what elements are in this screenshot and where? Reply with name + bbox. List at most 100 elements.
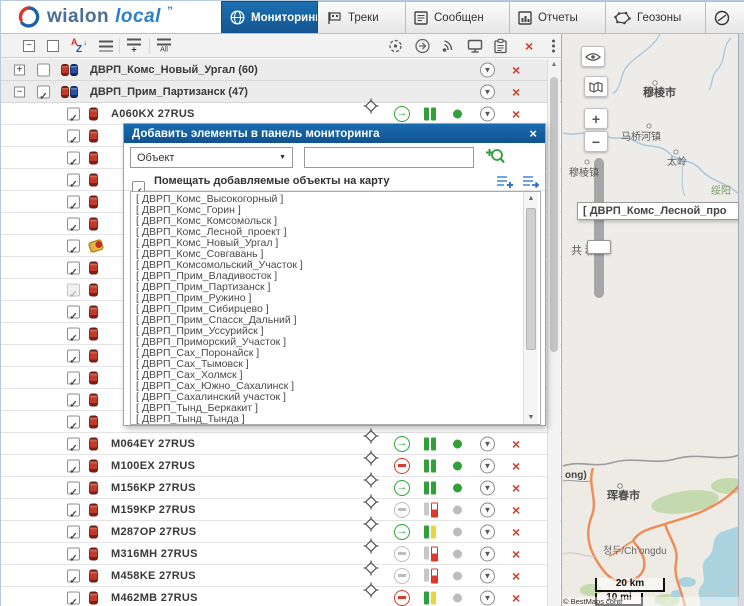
- unit-remove-icon[interactable]: ×: [512, 547, 520, 561]
- dialog-titlebar[interactable]: Добавить элементы в панель мониторинга ×: [124, 124, 545, 143]
- unit-row[interactable]: ✓ M316MH 27RUS ▼ ×: [1, 543, 561, 565]
- unit-checkbox[interactable]: ✓: [67, 547, 80, 560]
- group-row[interactable]: + ✓ ДВРП_Комс_Новый_Ургал (60) ▼ ×: [1, 59, 561, 81]
- unit-remove-icon[interactable]: ×: [512, 569, 520, 583]
- locate-unit-icon[interactable]: [363, 450, 379, 466]
- unit-checkbox[interactable]: ✓: [67, 151, 80, 164]
- tab-geofences[interactable]: Геозоны: [606, 1, 706, 33]
- locate-unit-icon[interactable]: [363, 98, 379, 114]
- unit-checkbox[interactable]: ✓: [67, 327, 80, 340]
- unit-checkbox[interactable]: ✓: [67, 129, 80, 142]
- group-checkbox[interactable]: ✓: [37, 63, 50, 76]
- unit-checkbox[interactable]: ✓: [67, 525, 80, 538]
- collapse-all-icon[interactable]: −: [23, 40, 35, 52]
- unit-checkbox[interactable]: ✓: [67, 217, 80, 230]
- unit-checkbox[interactable]: ✓: [67, 305, 80, 318]
- unit-row[interactable]: ✓ M064EY 27RUS ▼ ×: [1, 433, 561, 455]
- unit-row[interactable]: ✓ M156KP 27RUS ▼ ×: [1, 477, 561, 499]
- unit-remove-icon[interactable]: ×: [512, 459, 520, 473]
- locate-unit-icon[interactable]: [363, 494, 379, 510]
- locate-unit-icon[interactable]: [363, 516, 379, 532]
- unit-checkbox[interactable]: ✓: [67, 437, 80, 450]
- tab-monitoring[interactable]: Мониторинг: [221, 1, 318, 33]
- unit-checkbox[interactable]: ✓: [67, 415, 80, 428]
- unit-row[interactable]: ✓ M462MB 27RUS ▼ ×: [1, 587, 561, 606]
- unit-menu-caret-icon[interactable]: ▼: [480, 546, 495, 561]
- group-checkbox[interactable]: ✓: [37, 85, 50, 98]
- item-type-select[interactable]: Объект ▼: [130, 147, 293, 168]
- monitor-icon[interactable]: [467, 39, 483, 53]
- unit-checkbox[interactable]: ✓: [67, 107, 80, 120]
- unit-checkbox[interactable]: ✓: [67, 393, 80, 406]
- unit-row[interactable]: ✓ A060KX 27RUS ▼ ×: [1, 103, 561, 125]
- locate-unit-icon[interactable]: [363, 582, 379, 598]
- unit-remove-icon[interactable]: ×: [512, 503, 520, 517]
- unit-row[interactable]: ✓ M100EX 27RUS ▼ ×: [1, 455, 561, 477]
- unit-checkbox[interactable]: ✓: [67, 591, 80, 604]
- map-layers-button[interactable]: [584, 76, 608, 97]
- unit-remove-icon[interactable]: ×: [512, 437, 520, 451]
- unit-menu-caret-icon[interactable]: ▼: [480, 458, 495, 473]
- unit-menu-caret-icon[interactable]: ▼: [480, 106, 495, 121]
- unit-remove-icon[interactable]: ×: [512, 107, 520, 121]
- unit-checkbox[interactable]: ✓: [67, 283, 80, 296]
- unit-checkbox[interactable]: ✓: [67, 195, 80, 208]
- available-groups-list[interactable]: [ ДВРП_Комс_Высокогорный ][ ДВРП_Комс_Го…: [130, 191, 541, 425]
- group-remove-icon[interactable]: ×: [512, 85, 520, 99]
- unit-menu-caret-icon[interactable]: ▼: [480, 524, 495, 539]
- locate-unit-icon[interactable]: [363, 428, 379, 444]
- display-mode-icon[interactable]: [47, 40, 59, 52]
- unit-checkbox[interactable]: ✓: [67, 173, 80, 186]
- group-row[interactable]: − ✓ ДВРП_Прим_Партизанск (47) ▼ ×: [1, 81, 561, 103]
- locate-unit-icon[interactable]: [363, 538, 379, 554]
- show-all-icon[interactable]: All: [157, 38, 171, 53]
- track-connection-icon[interactable]: [441, 39, 457, 53]
- scroll-up-icon[interactable]: ▲: [548, 61, 560, 68]
- tab-tracks[interactable]: Треки: [318, 1, 406, 33]
- unit-checkbox[interactable]: ✓: [67, 503, 80, 516]
- unit-checkbox[interactable]: ✓: [67, 371, 80, 384]
- unit-list-scrollbar[interactable]: ▲: [547, 59, 560, 606]
- zoom-slider-track[interactable]: [594, 158, 604, 298]
- unit-checkbox[interactable]: ✓: [67, 349, 80, 362]
- unit-remove-icon[interactable]: ×: [512, 481, 520, 495]
- zoom-out-button[interactable]: −: [584, 131, 608, 152]
- unit-menu-caret-icon[interactable]: ▼: [480, 590, 495, 605]
- remove-all-icon[interactable]: ×: [525, 38, 533, 54]
- map-visibility-eye-button[interactable]: [581, 46, 605, 67]
- follow-units-icon[interactable]: [387, 37, 404, 54]
- toolbar-menu-icon[interactable]: [552, 44, 555, 47]
- scrollbar-thumb[interactable]: [550, 77, 558, 352]
- zoom-slider-handle[interactable]: [587, 240, 611, 254]
- unit-row[interactable]: ✓ M159KP 27RUS ▼ ×: [1, 499, 561, 521]
- unit-menu-caret-icon[interactable]: ▼: [480, 568, 495, 583]
- locate-unit-icon[interactable]: [363, 472, 379, 488]
- zoom-in-button[interactable]: +: [584, 108, 608, 129]
- scroll-up-icon[interactable]: ▲: [524, 195, 538, 202]
- group-menu-caret-icon[interactable]: ▼: [480, 84, 495, 99]
- unit-row[interactable]: ✓ M458KE 27RUS ▼ ×: [1, 565, 561, 587]
- unit-checkbox[interactable]: ✓: [67, 481, 80, 494]
- add-search-icon[interactable]: [484, 147, 505, 171]
- show-direction-icon[interactable]: [414, 37, 431, 54]
- unit-row[interactable]: ✓ M287OP 27RUS ▼ ×: [1, 521, 561, 543]
- tab-messages[interactable]: Сообщен: [406, 1, 510, 33]
- map[interactable]: 穆棱市 马桥河镇 太岭 绥阳 穆棱镇 共 和 珲春市 청두/Ch'ongdu o…: [563, 34, 739, 606]
- add-to-list-icon[interactable]: +: [127, 38, 141, 53]
- unit-checkbox[interactable]: ✓: [67, 239, 80, 252]
- dialog-search-input[interactable]: [304, 147, 474, 168]
- unit-menu-caret-icon[interactable]: ▼: [480, 480, 495, 495]
- sort-az-icon[interactable]: AZ↓: [71, 38, 86, 54]
- dialog-close-icon[interactable]: ×: [529, 126, 537, 141]
- window-scroll-strip[interactable]: [738, 34, 744, 606]
- unit-menu-caret-icon[interactable]: ▼: [480, 436, 495, 451]
- tab-next-partial[interactable]: [706, 1, 744, 33]
- locate-unit-icon[interactable]: [363, 560, 379, 576]
- list-view-icon[interactable]: [99, 40, 113, 51]
- group-menu-caret-icon[interactable]: ▼: [480, 62, 495, 77]
- unit-checkbox[interactable]: ✓: [67, 261, 80, 274]
- group-remove-icon[interactable]: ×: [512, 63, 520, 77]
- unit-menu-caret-icon[interactable]: ▼: [480, 502, 495, 517]
- group-expander-icon[interactable]: +: [14, 64, 25, 75]
- unit-remove-icon[interactable]: ×: [512, 591, 520, 605]
